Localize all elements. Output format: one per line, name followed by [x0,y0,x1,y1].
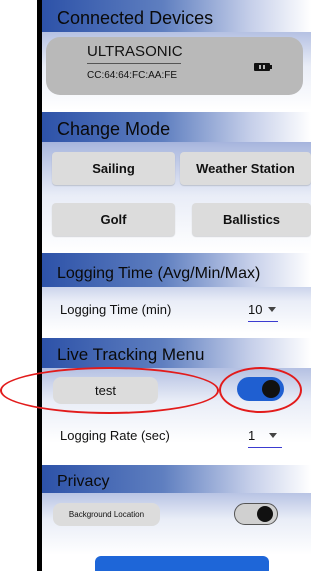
section-header-change-mode: Change Mode [42,112,311,142]
background-location-chip[interactable]: Background Location [53,503,160,526]
section-title: Privacy [57,473,110,490]
mode-golf-button[interactable]: Golf [52,203,175,236]
section-title: Logging Time (Avg/Min/Max) [57,265,261,282]
chip-label: Background Location [68,510,145,519]
chevron-down-icon [269,433,278,438]
annotation-ellipse-test [0,367,219,414]
section-title: Live Tracking Menu [57,345,205,364]
logging-time-label: Logging Time (min) [60,302,172,317]
bottom-action-button[interactable] [95,556,269,571]
mode-weather-station-button[interactable]: Weather Station [180,152,311,185]
section-title: Change Mode [57,119,171,139]
logging-rate-dropdown[interactable]: 1 [248,428,282,448]
logging-rate-label: Logging Rate (sec) [60,428,170,443]
dropdown-underline [248,447,282,448]
chevron-down-icon [268,307,277,312]
section-header-logging-time: Logging Time (Avg/Min/Max) [42,253,311,287]
section-header-privacy: Privacy [42,465,311,493]
button-label: Golf [100,212,127,227]
section-title: Connected Devices [57,8,214,28]
background-location-toggle[interactable] [234,503,278,525]
device-card[interactable]: ULTRASONIC CC:64:64:FC:AA:FE [46,37,303,95]
button-label: Sailing [92,161,135,176]
dropdown-value: 10 [248,302,263,317]
mode-sailing-button[interactable]: Sailing [52,152,175,185]
section-header-connected-devices: Connected Devices [42,0,311,32]
button-label: Weather Station [196,161,295,176]
device-mac-address: CC:64:64:FC:AA:FE [87,70,178,81]
section-header-live-tracking: Live Tracking Menu [42,338,311,368]
divider [87,63,181,64]
dropdown-underline [248,321,278,322]
settings-panel: Connected Devices ULTRASONIC CC:64:64:FC… [42,0,311,571]
toggle-knob [257,506,273,522]
logging-time-dropdown[interactable]: 10 [248,302,278,322]
battery-icon [254,63,272,71]
dropdown-value: 1 [248,428,256,443]
mode-ballistics-button[interactable]: Ballistics [192,203,311,236]
annotation-ellipse-toggle [219,367,302,413]
device-name: ULTRASONIC [87,43,183,60]
button-label: Ballistics [222,212,281,227]
